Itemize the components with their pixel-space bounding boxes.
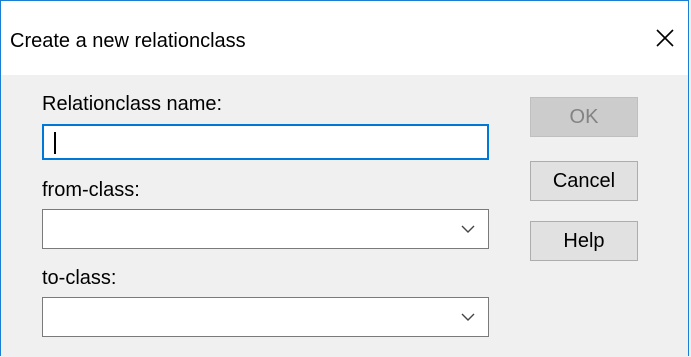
- close-icon: [656, 29, 674, 47]
- chevron-down-icon: [461, 225, 475, 233]
- window-title: Create a new relationclass: [10, 30, 246, 52]
- from-class-label: from-class:: [42, 179, 140, 201]
- to-class-dropdown[interactable]: [42, 297, 489, 337]
- close-button[interactable]: [642, 15, 688, 61]
- from-class-dropdown[interactable]: [42, 209, 489, 249]
- ok-button[interactable]: OK: [530, 97, 638, 137]
- text-caret: [54, 132, 56, 154]
- chevron-down-icon: [461, 313, 475, 321]
- help-button[interactable]: Help: [530, 221, 638, 261]
- relationclass-name-input[interactable]: [42, 124, 489, 160]
- title-bar: Create a new relationclass: [1, 1, 688, 75]
- relationclass-name-label: Relationclass name:: [42, 93, 223, 115]
- cancel-button[interactable]: Cancel: [530, 161, 638, 201]
- dialog-window: Create a new relationclass Relationclass…: [0, 0, 689, 357]
- to-class-label: to-class:: [42, 267, 117, 289]
- dialog-body: Relationclass name: from-class: to-class…: [1, 75, 688, 357]
